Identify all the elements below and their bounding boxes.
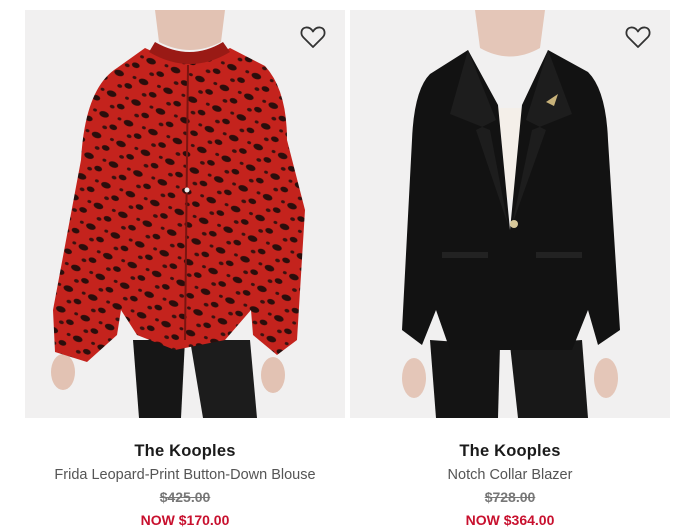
heart-outline-icon — [300, 26, 326, 48]
heart-outline-icon — [625, 26, 651, 48]
original-price: $728.00 — [484, 489, 536, 505]
product-card[interactable]: The Kooples Frida Leopard-Print Button-D… — [25, 10, 345, 528]
leopard-blouse-model-image — [51, 10, 305, 418]
product-card[interactable]: The Kooples Notch Collar Blazer $728.00 … — [350, 10, 670, 528]
original-price: $425.00 — [159, 489, 211, 505]
product-info: The Kooples Frida Leopard-Print Button-D… — [25, 418, 345, 530]
sale-price: NOW $170.00 — [140, 512, 230, 528]
wishlist-button[interactable] — [299, 24, 327, 50]
sale-price: NOW $364.00 — [465, 512, 555, 528]
product-image[interactable] — [350, 10, 670, 418]
product-info: The Kooples Notch Collar Blazer $728.00 … — [350, 418, 670, 530]
product-image[interactable] — [25, 10, 345, 418]
product-brand[interactable]: The Kooples — [25, 440, 345, 462]
product-name[interactable]: Frida Leopard-Print Button-Down Blouse — [25, 465, 345, 485]
product-brand[interactable]: The Kooples — [350, 440, 670, 462]
wishlist-button[interactable] — [624, 24, 652, 50]
black-blazer-model-image — [402, 10, 620, 418]
product-grid: The Kooples Frida Leopard-Print Button-D… — [0, 0, 696, 530]
product-name[interactable]: Notch Collar Blazer — [350, 465, 670, 485]
